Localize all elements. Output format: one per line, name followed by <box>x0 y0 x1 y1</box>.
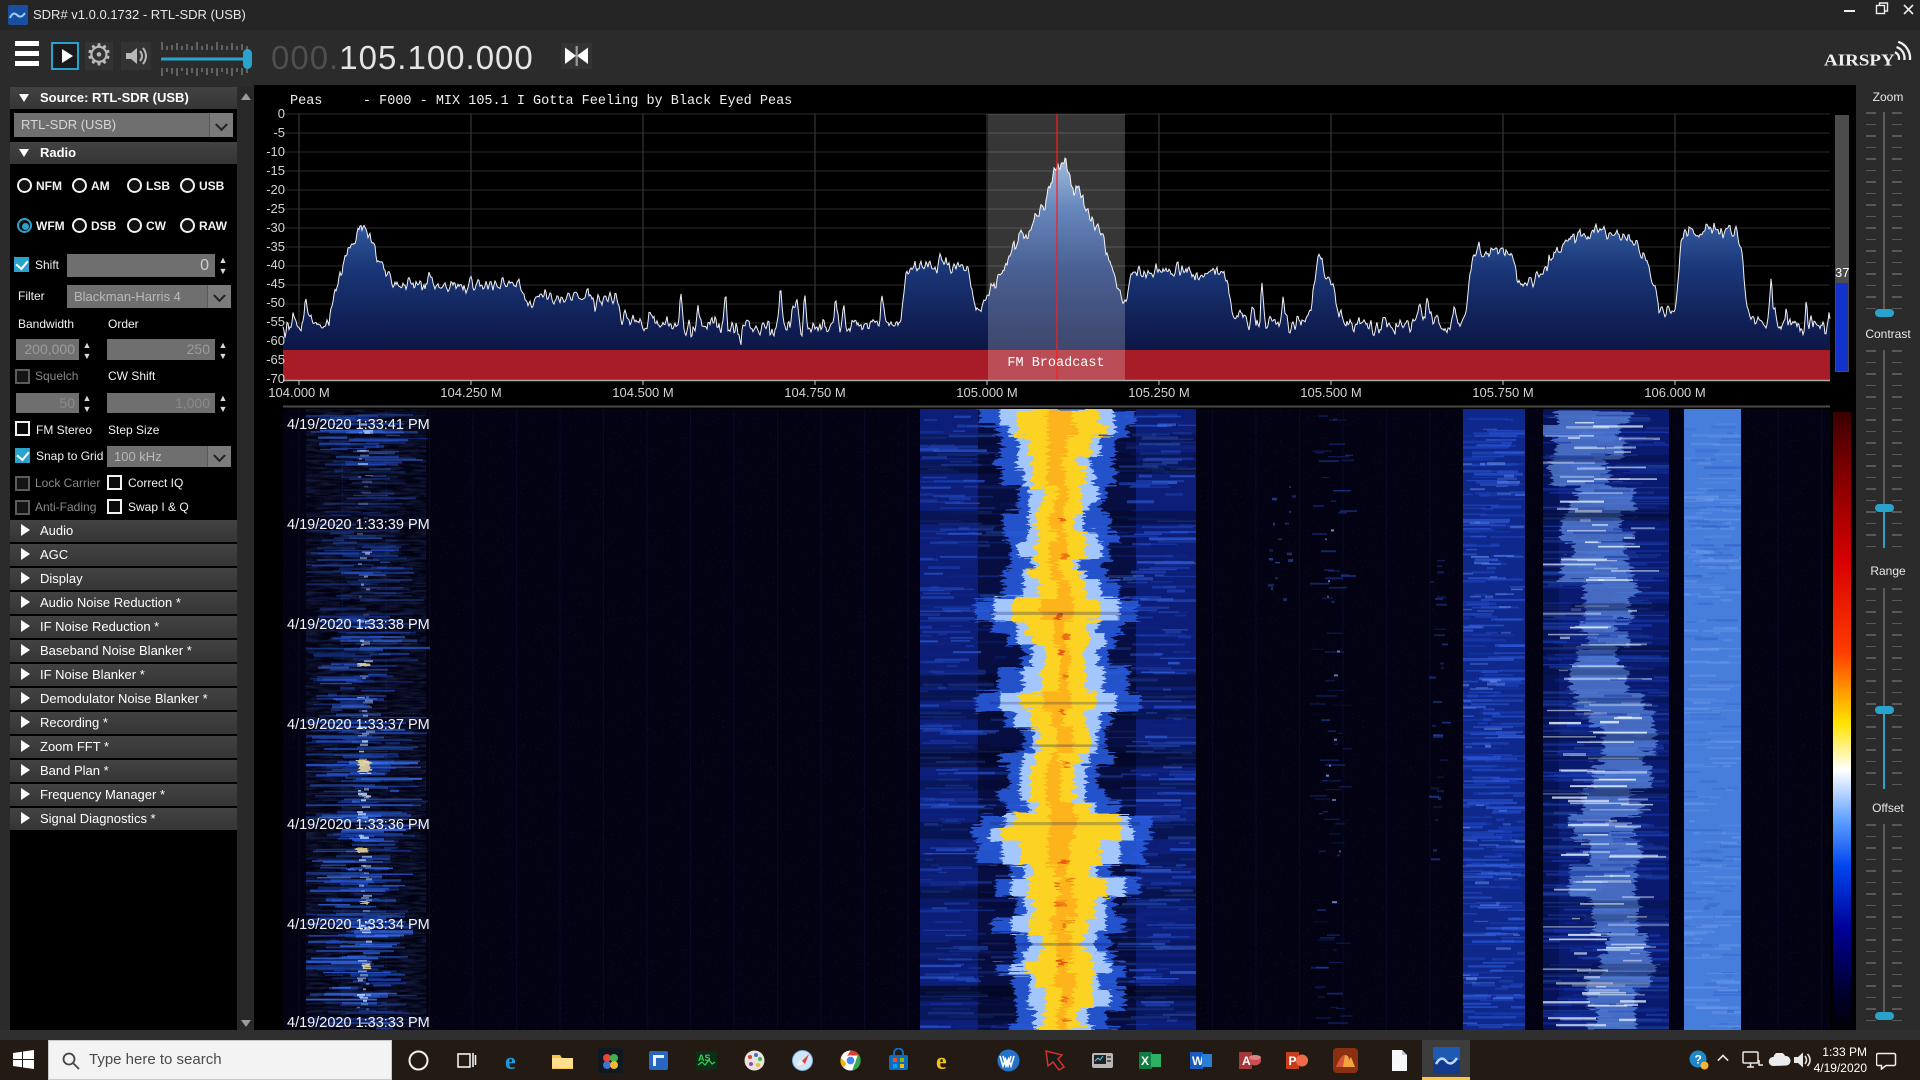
svg-text:X: X <box>1141 1054 1149 1068</box>
svg-text:-70: -70 <box>266 371 285 386</box>
svg-text:4/19/2020 1:33:36 PM: 4/19/2020 1:33:36 PM <box>287 817 430 833</box>
svg-text:-40: -40 <box>266 257 285 272</box>
svg-text:0: 0 <box>278 106 285 121</box>
svg-text:4/19/2020 1:33:34 PM: 4/19/2020 1:33:34 PM <box>287 917 430 933</box>
svg-text:4/19/2020 1:33:37 PM: 4/19/2020 1:33:37 PM <box>287 717 430 733</box>
svg-text:105.250 M: 105.250 M <box>1128 385 1189 400</box>
svg-text:FM Broadcast: FM Broadcast <box>1007 356 1104 371</box>
svg-text:-5: -5 <box>273 125 285 140</box>
svg-text:104.250 M: 104.250 M <box>440 385 501 400</box>
svg-text:-30: -30 <box>266 220 285 235</box>
svg-text:e: e <box>505 1049 516 1073</box>
svg-text:104.000 M: 104.000 M <box>268 385 329 400</box>
svg-text:e: e <box>936 1049 947 1073</box>
svg-text:105.500 M: 105.500 M <box>1300 385 1361 400</box>
svg-text:Peas - F000 - MIX 105.1 I: Peas - F000 - MIX 105.1 I Gotta Feeling … <box>290 94 792 109</box>
svg-text:-45: -45 <box>266 276 285 291</box>
svg-text:-50: -50 <box>266 295 285 310</box>
svg-text:104.500 M: 104.500 M <box>612 385 673 400</box>
svg-text:-65: -65 <box>266 352 285 367</box>
svg-text:-35: -35 <box>266 239 285 254</box>
svg-text:4/19/2020 1:33:41 PM: 4/19/2020 1:33:41 PM <box>287 417 430 433</box>
svg-text:104.750 M: 104.750 M <box>784 385 845 400</box>
svg-text:P: P <box>1289 1054 1297 1068</box>
svg-text:105.750 M: 105.750 M <box>1472 385 1533 400</box>
svg-text:4/19/2020 1:33:38 PM: 4/19/2020 1:33:38 PM <box>287 617 430 633</box>
svg-text:37: 37 <box>1835 265 1849 280</box>
svg-text:-25: -25 <box>266 201 285 216</box>
svg-text:4/19/2020 1:33:39 PM: 4/19/2020 1:33:39 PM <box>287 517 430 533</box>
svg-text:-15: -15 <box>266 163 285 178</box>
svg-text:-20: -20 <box>266 182 285 197</box>
svg-text:AS: AS <box>698 1053 711 1063</box>
svg-text:105.000 M: 105.000 M <box>956 385 1017 400</box>
svg-text:-60: -60 <box>266 333 285 348</box>
svg-text:-10: -10 <box>266 144 285 159</box>
svg-text:-55: -55 <box>266 314 285 329</box>
svg-text:106.000 M: 106.000 M <box>1644 385 1705 400</box>
svg-text:4/19/2020 1:33:33 PM: 4/19/2020 1:33:33 PM <box>287 1015 430 1031</box>
